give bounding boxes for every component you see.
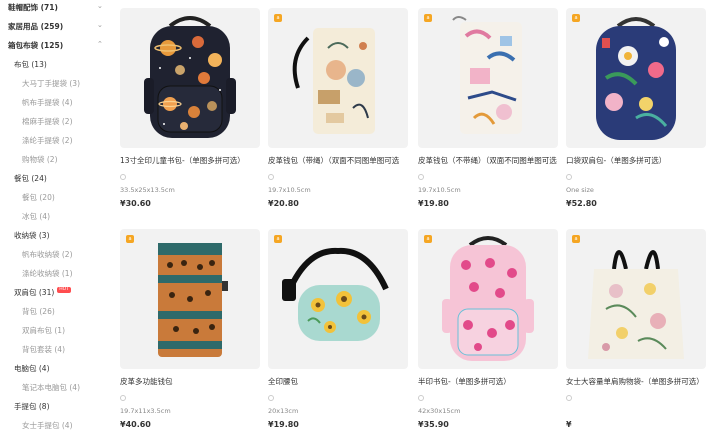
sidebar-item-womens-handbag[interactable]: 女士手提包 (4) (22, 420, 73, 430)
store-icon: a (424, 235, 432, 243)
product-card[interactable]: a 口袋双肩包-（单图多拼可选） One size ¥52.80 (566, 8, 706, 208)
sunflower-waistbag-image (282, 247, 389, 341)
chevron-down-icon[interactable]: ⌄ (97, 21, 103, 29)
sidebar-item-lunch-bag[interactable]: 餐包 (24) (14, 173, 47, 184)
zip-wallet-image (452, 16, 522, 134)
product-title[interactable]: 皮革多功能钱包 (120, 376, 260, 387)
sidebar-item-cooler-bag[interactable]: 冰包 (4) (22, 211, 50, 222)
product-image[interactable]: a (418, 229, 558, 369)
product-title[interactable]: 女士大容量单肩购物袋-（单图多拼可选） (566, 376, 706, 387)
product-size: 20x13cm (268, 407, 299, 415)
product-card[interactable]: a 皮革钱包（不带绳）（双面不同图单图可选 19.7x10.5cm ¥19.80 (418, 8, 558, 208)
sidebar-item-backpack-set[interactable]: 背包套装 (4) (22, 344, 65, 355)
product-card[interactable]: a 半印书包-（单图多拼可选） 42x30x15cm ¥35.90 (418, 229, 558, 429)
color-swatch[interactable] (268, 174, 274, 180)
category-label: 家居用品 (259) (8, 22, 64, 31)
color-swatch[interactable] (418, 395, 424, 401)
sidebar-item-lunch-bag-sub[interactable]: 餐包 (20) (22, 192, 55, 203)
product-title[interactable]: 皮革钱包（不带绳）（双面不同图单图可选 (418, 155, 558, 166)
store-icon: a (572, 235, 580, 243)
product-card[interactable]: a 皮革钱包（带绳）（双面不同图单图可选 19.7x10.5cm ¥20.80 (268, 8, 408, 208)
wristlet-wallet-image (292, 28, 375, 134)
floral-tote-image (588, 250, 684, 359)
category-bags[interactable]: 箱包布袋 (125) ⌃ (8, 40, 103, 51)
chevron-up-icon[interactable]: ⌃ (97, 40, 103, 48)
sidebar-item-cloth-bag[interactable]: 布包 (13) (14, 59, 47, 70)
sidebar-item-backpack-sub[interactable]: 背包 (26) (22, 306, 55, 317)
product-title[interactable]: 13寸全印儿童书包-（单图多拼可选） (120, 155, 260, 166)
product-size: 33.5x25x13.5cm (120, 186, 175, 194)
product-price: ¥20.80 (268, 199, 299, 208)
sidebar-item-laptop-bag[interactable]: 电脑包 (4) (14, 363, 50, 374)
color-swatch[interactable] (120, 174, 126, 180)
product-card[interactable]: a 全印腰包 20x13cm ¥19.80 (268, 229, 408, 429)
product-image[interactable] (120, 8, 260, 148)
product-image[interactable]: a (418, 8, 558, 148)
sidebar-item-polyester-tote[interactable]: 涤纶手提袋 (2) (22, 135, 73, 146)
sidebar-item-polyester-storage[interactable]: 涤纶收纳袋 (1) (22, 268, 73, 279)
sidebar-item-cloth-backpack[interactable]: 双肩布包 (1) (22, 325, 65, 336)
category-label: 箱包布袋 (125) (8, 41, 64, 50)
sidebar-item-notebook-bag[interactable]: 笔记本电脑包 (4) (22, 382, 80, 393)
product-image[interactable]: a (566, 229, 706, 369)
product-image[interactable]: a (268, 229, 408, 369)
product-title[interactable]: 口袋双肩包-（单图多拼可选） (566, 155, 706, 166)
product-image[interactable]: a (268, 8, 408, 148)
product-size: 19.7x10.5cm (418, 186, 461, 194)
product-card[interactable]: a 皮革多功能钱包 19.7x11x3.5cm ¥40.60 (120, 229, 260, 429)
product-title[interactable]: 全印腰包 (268, 376, 408, 387)
product-card[interactable]: a 女士大容量单肩购物袋-（单图多拼可选） ¥ (566, 229, 706, 429)
store-icon: a (274, 235, 282, 243)
hot-badge: HOT (57, 287, 71, 293)
product-price: ¥30.60 (120, 199, 151, 208)
product-price: ¥ (566, 420, 572, 429)
product-size: One size (566, 186, 594, 194)
pink-leopard-backpack-image (442, 236, 534, 361)
product-size: 19.7x11x3.5cm (120, 407, 171, 415)
product-image[interactable]: a (120, 229, 260, 369)
category-label: 鞋帽配饰 (71) (8, 3, 58, 12)
sidebar-item-handbag[interactable]: 手提包 (8) (14, 401, 50, 412)
store-icon: a (572, 14, 580, 22)
product-title[interactable]: 半印书包-（单图多拼可选） (418, 376, 558, 387)
leopard-wallet-image (158, 243, 228, 357)
product-title[interactable]: 皮革钱包（带绳）（双面不同图单图可选 (268, 155, 408, 166)
sidebar-item-canvas-storage[interactable]: 帆布收纳袋 (2) (22, 249, 73, 260)
product-price: ¥40.60 (120, 420, 151, 429)
sidebar-item-backpack[interactable]: 双肩包 (31) HOT (14, 287, 71, 298)
planet-backpack-image (144, 16, 236, 138)
product-size: 19.7x10.5cm (268, 186, 311, 194)
category-sidebar: 鞋帽配饰 (71) ⌄ 家居用品 (259) ⌄ 箱包布袋 (125) ⌃ 布包… (0, 0, 108, 430)
color-swatch[interactable] (268, 395, 274, 401)
sidebar-item-linen-tote[interactable]: 棉麻手提袋 (2) (22, 116, 73, 127)
category-shoes-accessories[interactable]: 鞋帽配饰 (71) ⌄ (8, 2, 103, 13)
color-swatch[interactable] (566, 174, 572, 180)
product-price: ¥19.80 (268, 420, 299, 429)
product-size: 42x30x15cm (418, 407, 461, 415)
color-swatch[interactable] (566, 395, 572, 401)
color-swatch[interactable] (120, 395, 126, 401)
category-home-goods[interactable]: 家居用品 (259) ⌄ (8, 21, 103, 32)
category-label: 双肩包 (31) (14, 288, 55, 297)
sidebar-item-shopping-bag[interactable]: 购物袋 (2) (22, 154, 58, 165)
store-icon: a (424, 14, 432, 22)
floral-backpack-image (596, 17, 676, 140)
product-price: ¥19.80 (418, 199, 449, 208)
sidebar-item-large-tote[interactable]: 大马丁手提袋 (3) (22, 78, 80, 89)
sidebar-item-storage-bag[interactable]: 收纳袋 (3) (14, 230, 50, 241)
store-icon: a (126, 235, 134, 243)
product-price: ¥35.90 (418, 420, 449, 429)
color-swatch[interactable] (418, 174, 424, 180)
product-image[interactable]: a (566, 8, 706, 148)
product-card[interactable]: 13寸全印儿童书包-（单图多拼可选） 33.5x25x13.5cm ¥30.60 (120, 8, 260, 208)
sidebar-item-canvas-tote[interactable]: 帆布手提袋 (4) (22, 97, 73, 108)
chevron-down-icon[interactable]: ⌄ (97, 2, 103, 10)
product-price: ¥52.80 (566, 199, 597, 208)
store-icon: a (274, 14, 282, 22)
